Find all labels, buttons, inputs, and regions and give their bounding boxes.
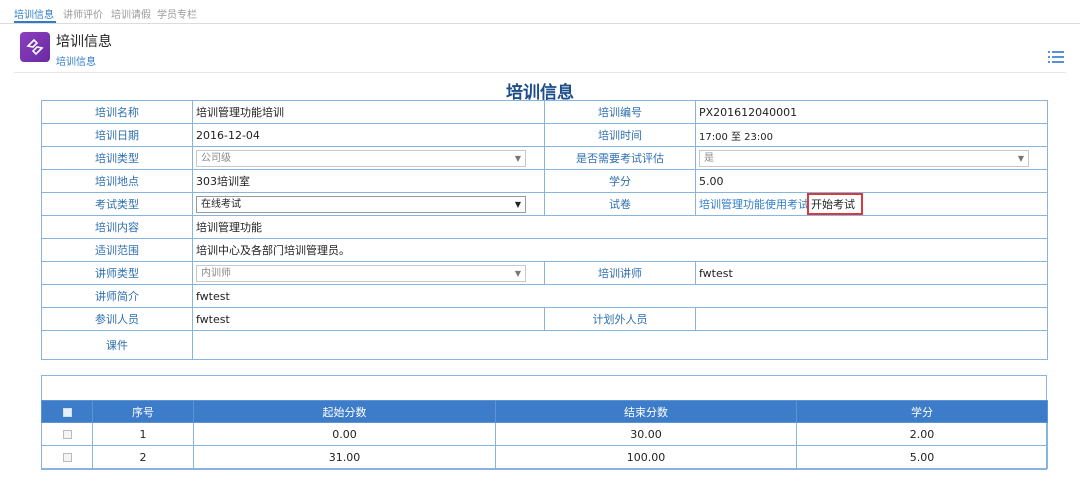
tab-training-info[interactable]: 培训信息 (14, 6, 54, 21)
chevron-down-icon: ▼ (1017, 153, 1024, 163)
start-exam-button[interactable]: 开始考试 (807, 193, 863, 215)
exam-type-select[interactable]: 在线考试 ▼ (196, 195, 526, 213)
unplanned-label: 计划外人员 (544, 307, 696, 331)
lecturer-type-selected: 内训师 (201, 267, 231, 279)
header-divider (14, 72, 1066, 73)
page-title: 培训信息 (56, 34, 112, 50)
score-table-header: 序号 起始分数 结束分数 学分 (41, 400, 1048, 423)
lecturer-type-cell: 内训师 ▼ (192, 261, 545, 285)
training-type-select[interactable]: 公司级 ▼ (196, 149, 526, 167)
row-checkbox[interactable] (41, 445, 93, 469)
chevron-down-icon: ▼ (514, 199, 521, 209)
lecturer-type-select[interactable]: 内训师 ▼ (196, 264, 526, 282)
exam-type-label: 考试类型 (41, 192, 193, 216)
training-type-cell: 公司级 ▼ (192, 146, 545, 170)
row-credit: 2.00 (796, 422, 1048, 446)
row-checkbox[interactable] (41, 422, 93, 446)
training-date-label: 培训日期 (41, 123, 193, 147)
table-row[interactable]: 2 31.00 100.00 5.00 (41, 445, 1048, 469)
training-time-value: 17:00 至 23:00 (695, 123, 1048, 147)
column-header-start-score: 起始分数 (193, 400, 496, 423)
row-end-score: 100.00 (495, 445, 797, 469)
column-header-no: 序号 (92, 400, 194, 423)
participants-label: 参训人员 (41, 307, 193, 331)
training-name-value: 培训管理功能培训 (192, 100, 545, 124)
lecturer-intro-value: fwtest (192, 284, 1048, 308)
training-info-table: 培训名称 培训管理功能培训 培训编号 PX201612040001 培训日期 2… (41, 100, 1048, 360)
column-header-credit: 学分 (796, 400, 1048, 423)
training-name-label: 培训名称 (41, 100, 193, 124)
row-start-score: 31.00 (193, 445, 496, 469)
credit-value: 5.00 (695, 169, 1048, 193)
training-code-label: 培训编号 (544, 100, 696, 124)
lecturer-label: 培训讲师 (544, 261, 696, 285)
exam-type-cell: 在线考试 ▼ (192, 192, 545, 216)
tab-lecturer-evaluation[interactable]: 讲师评价 (63, 6, 103, 21)
chevron-down-icon: ▼ (514, 268, 521, 278)
tab-student-column[interactable]: 学员专栏 (157, 6, 197, 21)
active-tab-indicator (14, 21, 56, 23)
lecturer-type-label: 讲师类型 (41, 261, 193, 285)
training-scope-label: 适训范围 (41, 238, 193, 262)
exam-paper-label: 试卷 (544, 192, 696, 216)
tab-training-leave[interactable]: 培训请假 (111, 6, 151, 21)
row-end-score: 30.00 (495, 422, 797, 446)
training-content-value: 培训管理功能 (192, 215, 1048, 239)
row-no: 1 (92, 422, 194, 446)
exam-type-selected: 在线考试 (201, 198, 241, 210)
chevron-down-icon: ▼ (514, 153, 521, 163)
credit-label: 学分 (544, 169, 696, 193)
training-type-selected: 公司级 (201, 152, 231, 164)
participants-value: fwtest (192, 307, 545, 331)
row-credit: 5.00 (796, 445, 1048, 469)
courseware-value (192, 330, 1048, 360)
row-no: 2 (92, 445, 194, 469)
exam-eval-selected: 是 (704, 152, 714, 164)
training-time-label: 培训时间 (544, 123, 696, 147)
breadcrumb[interactable]: 培训信息 (56, 53, 96, 68)
training-scope-value: 培训中心及各部门培训管理员。 (192, 238, 1048, 262)
lecturer-value: fwtest (695, 261, 1048, 285)
training-location-value: 303培训室 (192, 169, 545, 193)
select-all-checkbox[interactable] (41, 400, 93, 423)
training-app-icon (20, 32, 50, 62)
column-header-end-score: 结束分数 (495, 400, 797, 423)
table-row[interactable]: 1 0.00 30.00 2.00 (41, 422, 1048, 446)
courseware-label: 课件 (41, 330, 193, 360)
training-location-label: 培训地点 (41, 169, 193, 193)
exam-paper-cell: 培训管理功能使用考试 开始考试 (695, 192, 1048, 216)
score-table: 序号 起始分数 结束分数 学分 1 0.00 30.00 2.00 2 31.0… (41, 400, 1048, 469)
exam-eval-label: 是否需要考试评估 (544, 146, 696, 170)
row-start-score: 0.00 (193, 422, 496, 446)
list-menu-icon[interactable] (1048, 50, 1064, 64)
training-code-value: PX201612040001 (695, 100, 1048, 124)
training-type-label: 培训类型 (41, 146, 193, 170)
unplanned-value (695, 307, 1048, 331)
exam-paper-link[interactable]: 培训管理功能使用考试 (699, 198, 809, 211)
exam-eval-cell: 是 ▼ (695, 146, 1048, 170)
training-date-value: 2016-12-04 (192, 123, 545, 147)
exam-eval-select[interactable]: 是 ▼ (699, 149, 1029, 167)
top-tab-bar: 培训信息 讲师评价 培训请假 学员专栏 (0, 0, 1080, 24)
training-content-label: 培训内容 (41, 215, 193, 239)
lecturer-intro-label: 讲师简介 (41, 284, 193, 308)
